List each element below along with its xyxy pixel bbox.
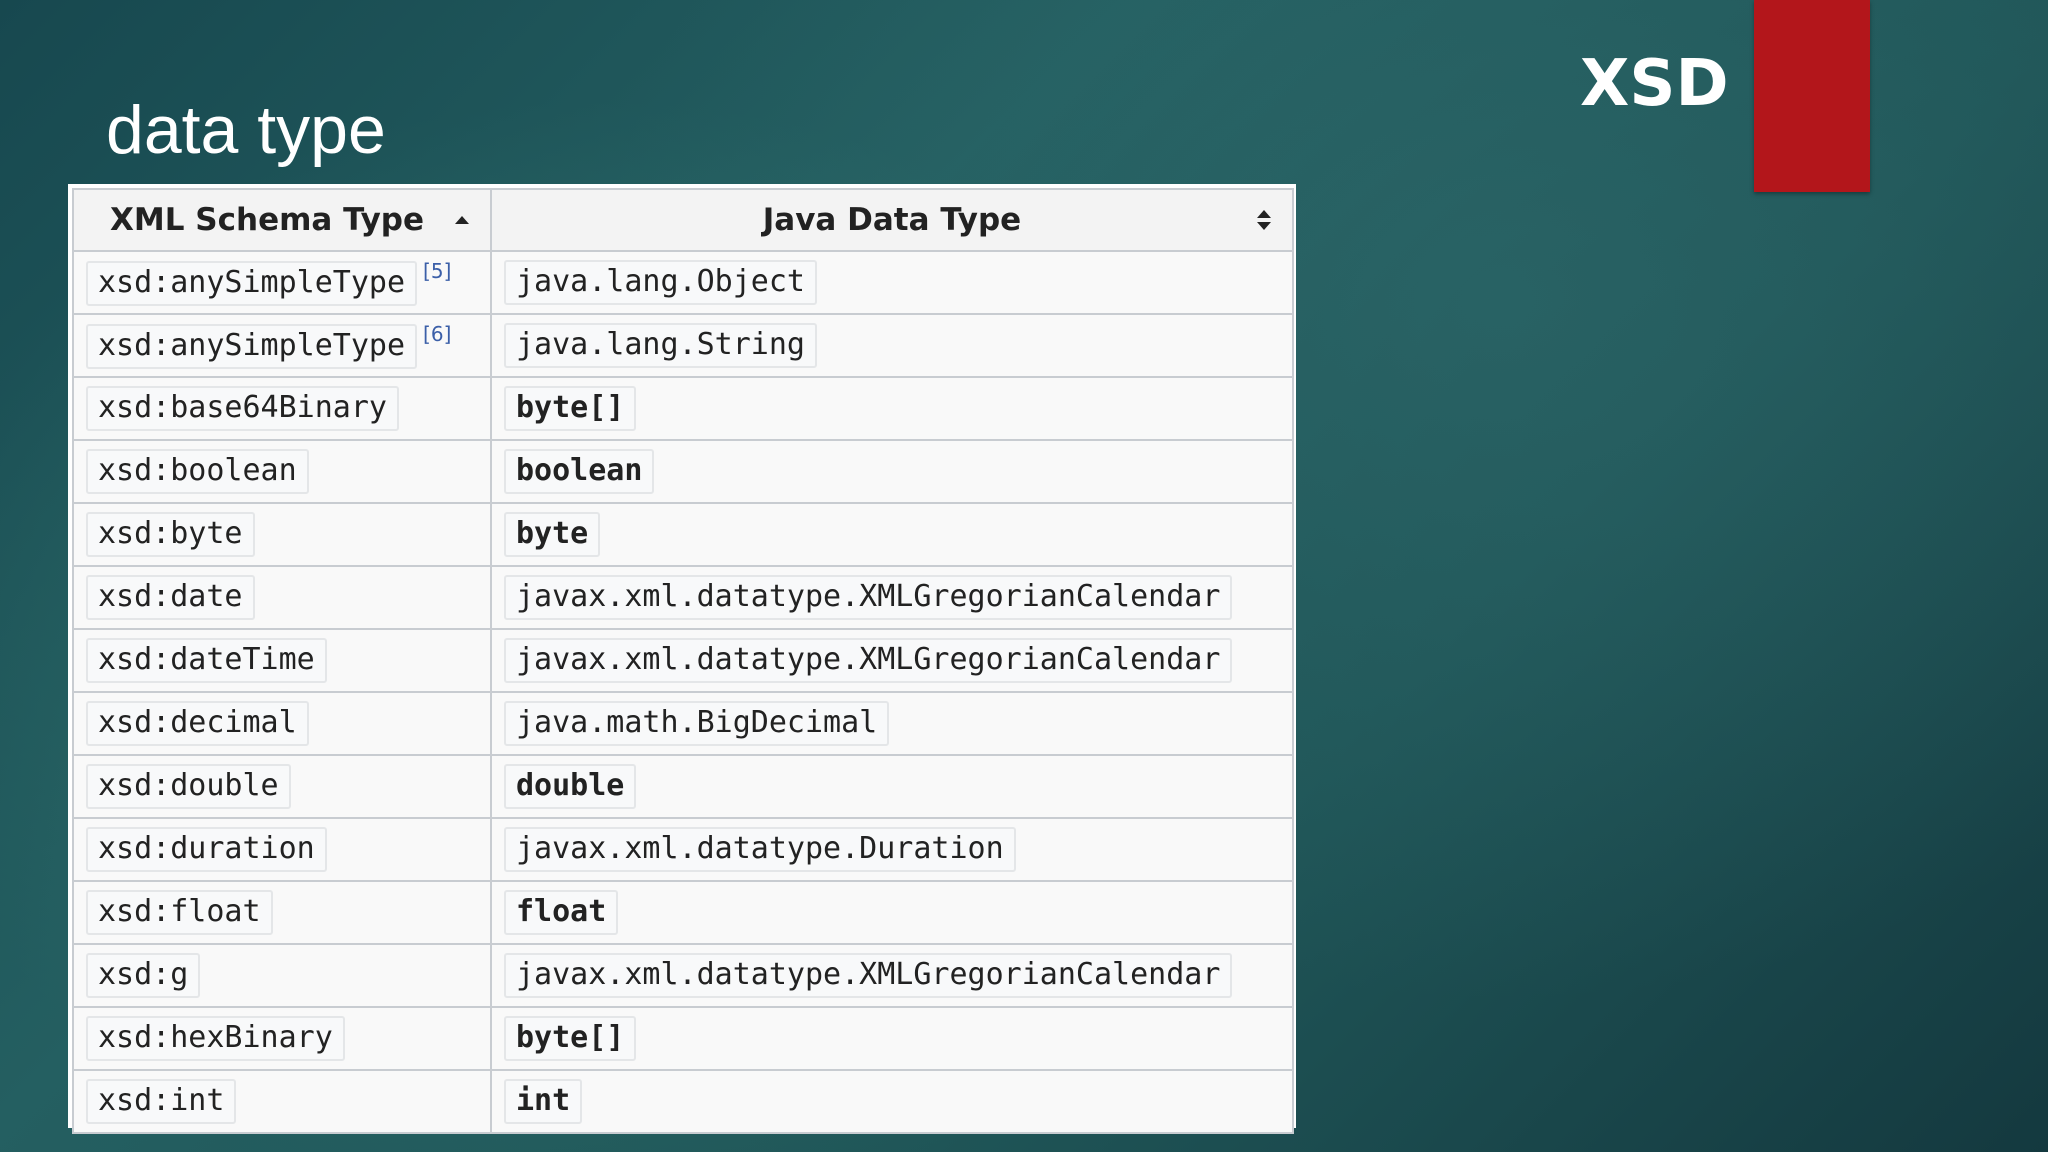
xml-type-code: xsd:double xyxy=(86,763,291,810)
xml-type-cell: xsd:base64Binary xyxy=(72,376,492,441)
java-type-code: javax.xml.datatype.XMLGregorianCalendar xyxy=(504,574,1233,621)
java-type-code: java.lang.Object xyxy=(504,259,817,306)
java-type-cell: byte[] xyxy=(490,376,1294,441)
xml-type-cell: xsd:boolean xyxy=(72,439,492,504)
java-type-cell: java.math.BigDecimal xyxy=(490,691,1294,756)
xml-type-cell: xsd:anySimpleType [5] xyxy=(72,250,492,315)
java-type-code: java.math.BigDecimal xyxy=(504,700,890,747)
type-mapping-table: XML Schema Type Java Data Type xsd:anySi… xyxy=(72,188,1294,1134)
java-type-code: double xyxy=(504,763,637,810)
xml-type-cell: xsd:g xyxy=(72,943,492,1008)
xml-type-code: xsd:anySimpleType xyxy=(86,323,418,370)
table-row: xsd:date javax.xml.datatype.XMLGregorianC… xyxy=(72,565,1294,630)
xml-schema-type-header[interactable]: XML Schema Type xyxy=(72,188,492,252)
xml-type-code: xsd:anySimpleType xyxy=(86,260,418,307)
header-label: Java Data Type xyxy=(762,202,1022,238)
table-row: xsd:boolean boolean xyxy=(72,439,1294,504)
xml-type-code: xsd:base64Binary xyxy=(86,385,399,432)
java-type-cell: double xyxy=(490,754,1294,819)
xml-type-code: xsd:decimal xyxy=(86,700,309,747)
xml-type-cell: xsd:duration xyxy=(72,817,492,882)
xml-type-cell: xsd:date xyxy=(72,565,492,630)
xml-type-cell: xsd:hexBinary xyxy=(72,1006,492,1071)
xml-type-cell: xsd:anySimpleType [6] xyxy=(72,313,492,378)
table-body: xsd:anySimpleType [5] java.lang.Object xsd:… xyxy=(72,250,1294,1134)
sort-ascending-icon[interactable] xyxy=(452,207,472,233)
type-mapping-table-container: XML Schema Type Java Data Type xsd:anySi… xyxy=(68,184,1296,1134)
sort-both-icon[interactable] xyxy=(1254,207,1274,233)
xml-type-cell: xsd:decimal xyxy=(72,691,492,756)
xml-type-code: xsd:g xyxy=(86,952,201,999)
accent-bar xyxy=(1754,0,1870,192)
xml-type-code: xsd:boolean xyxy=(86,448,309,495)
table-row: xsd:float float xyxy=(72,880,1294,945)
java-type-cell: javax.xml.datatype.XMLGregorianCalendar xyxy=(490,565,1294,630)
table-row: xsd:byte byte xyxy=(72,502,1294,567)
slide-title: data type xyxy=(106,92,386,168)
xml-type-cell: xsd:dateTime xyxy=(72,628,492,693)
table-row: xsd:double double xyxy=(72,754,1294,819)
table-row: xsd:anySimpleType [6] java.lang.String xyxy=(72,313,1294,378)
java-type-code: java.lang.String xyxy=(504,322,817,369)
java-type-cell: byte xyxy=(490,502,1294,567)
java-type-code: javax.xml.datatype.XMLGregorianCalendar xyxy=(504,952,1233,999)
xml-type-code: xsd:byte xyxy=(86,511,255,558)
java-type-cell: javax.xml.datatype.XMLGregorianCalendar xyxy=(490,628,1294,693)
java-type-cell: java.lang.Object xyxy=(490,250,1294,315)
xml-type-cell: xsd:double xyxy=(72,754,492,819)
xml-type-cell: xsd:int xyxy=(72,1069,492,1134)
java-type-cell: boolean xyxy=(490,439,1294,504)
java-type-cell: javax.xml.datatype.XMLGregorianCalendar xyxy=(490,943,1294,1008)
header-label: XML Schema Type xyxy=(110,202,424,238)
java-type-code: byte[] xyxy=(504,385,637,432)
reference-link[interactable]: [6] xyxy=(423,322,451,346)
table-row: xsd:dateTime javax.xml.datatype.XMLGregor… xyxy=(72,628,1294,693)
java-type-cell: int xyxy=(490,1069,1294,1134)
java-type-code: byte xyxy=(504,511,601,558)
brand-label: XSD xyxy=(1580,47,1729,121)
table-row: xsd:decimal java.math.BigDecimal xyxy=(72,691,1294,756)
java-type-cell: javax.xml.datatype.Duration xyxy=(490,817,1294,882)
java-type-cell: java.lang.String xyxy=(490,313,1294,378)
table-row: xsd:int int xyxy=(72,1069,1294,1134)
java-type-code: javax.xml.datatype.Duration xyxy=(504,826,1016,873)
xml-type-code: xsd:date xyxy=(86,574,255,621)
java-type-cell: byte[] xyxy=(490,1006,1294,1071)
java-type-code: boolean xyxy=(504,448,655,495)
xml-type-code: xsd:hexBinary xyxy=(86,1015,345,1062)
java-type-code: float xyxy=(504,889,619,936)
java-type-code: javax.xml.datatype.XMLGregorianCalendar xyxy=(504,637,1233,684)
table-row: xsd:base64Binary byte[] xyxy=(72,376,1294,441)
table-row: xsd:g javax.xml.datatype.XMLGregorianCale… xyxy=(72,943,1294,1008)
java-type-cell: float xyxy=(490,880,1294,945)
java-data-type-header[interactable]: Java Data Type xyxy=(490,188,1294,252)
reference-link[interactable]: [5] xyxy=(423,259,451,283)
java-type-code: int xyxy=(504,1078,583,1125)
table-header-row: XML Schema Type Java Data Type xyxy=(72,188,1294,252)
table-row: xsd:duration javax.xml.datatype.Duration xyxy=(72,817,1294,882)
table-row: xsd:hexBinary byte[] xyxy=(72,1006,1294,1071)
xml-type-code: xsd:float xyxy=(86,889,273,936)
xml-type-cell: xsd:float xyxy=(72,880,492,945)
xml-type-cell: xsd:byte xyxy=(72,502,492,567)
xml-type-code: xsd:duration xyxy=(86,826,327,873)
java-type-code: byte[] xyxy=(504,1015,637,1062)
xml-type-code: xsd:int xyxy=(86,1078,237,1125)
xml-type-code: xsd:dateTime xyxy=(86,637,327,684)
table-row: xsd:anySimpleType [5] java.lang.Object xyxy=(72,250,1294,315)
